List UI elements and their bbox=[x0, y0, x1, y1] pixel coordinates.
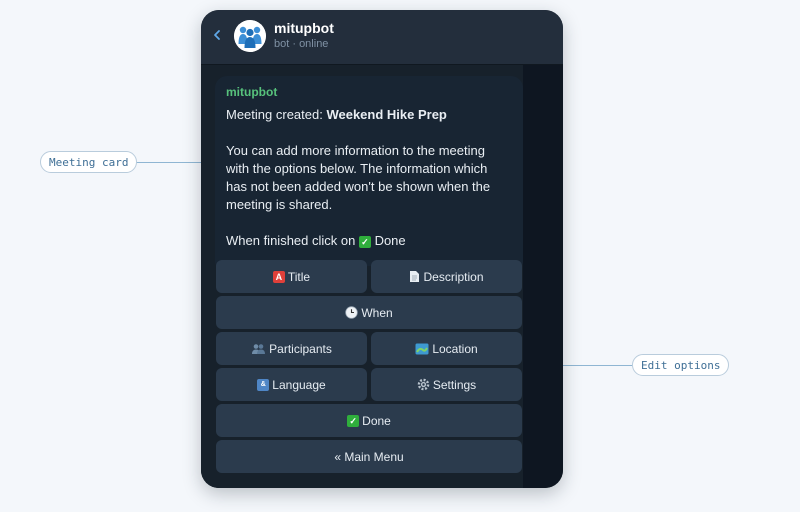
meeting-card-message: mitupbot Meeting created: Weekend Hike P… bbox=[215, 76, 523, 266]
symbols-icon: & bbox=[257, 378, 270, 391]
description-button[interactable]: Description bbox=[371, 260, 522, 293]
when-button-label: When bbox=[361, 305, 393, 320]
when-button[interactable]: When bbox=[216, 296, 522, 329]
check-mark-icon: ✓ bbox=[358, 236, 371, 248]
language-button-label: Language bbox=[272, 377, 326, 392]
bot-name: mitupbot bbox=[274, 20, 334, 36]
chat-header: mitupbot bot · online bbox=[201, 10, 563, 65]
meeting-created-prefix: Meeting created: bbox=[226, 107, 327, 122]
info-paragraph: You can add more information to the meet… bbox=[226, 142, 512, 214]
language-button[interactable]: & Language bbox=[216, 368, 367, 401]
check-mark-icon: ✓ bbox=[347, 414, 360, 427]
keyboard-row: ✓ Done bbox=[216, 404, 522, 437]
people-icon bbox=[252, 343, 266, 354]
location-button[interactable]: Location bbox=[371, 332, 522, 365]
bot-avatar[interactable] bbox=[234, 20, 266, 52]
keyboard-row: A Title Description bbox=[216, 260, 522, 293]
people-logo-icon bbox=[234, 20, 266, 52]
finish-suffix: Done bbox=[370, 233, 406, 248]
letter-a-icon: A bbox=[272, 270, 285, 283]
participants-button[interactable]: Participants bbox=[216, 332, 367, 365]
clock-icon bbox=[345, 306, 359, 319]
info-line: meeting is shared. bbox=[226, 197, 333, 212]
done-button-label: Done bbox=[362, 413, 391, 428]
keyboard-row: When bbox=[216, 296, 522, 329]
meeting-created-line: Meeting created: Weekend Hike Prep bbox=[226, 106, 512, 124]
inline-keyboard: A Title Description When Participants Lo… bbox=[216, 260, 522, 476]
finish-prefix: When finished click on bbox=[226, 233, 359, 248]
keyboard-row: Participants Location bbox=[216, 332, 522, 365]
keyboard-row: « Main Menu bbox=[216, 440, 522, 473]
participants-button-label: Participants bbox=[269, 341, 332, 356]
done-button[interactable]: ✓ Done bbox=[216, 404, 522, 437]
callout-line-edit-options bbox=[562, 365, 632, 366]
meeting-title: Weekend Hike Prep bbox=[326, 107, 447, 122]
main-menu-button-label: « Main Menu bbox=[334, 449, 404, 464]
bot-status: bot · online bbox=[274, 38, 329, 50]
description-button-label: Description bbox=[423, 269, 484, 284]
main-menu-button[interactable]: « Main Menu bbox=[216, 440, 522, 473]
keyboard-row: & Language Settings bbox=[216, 368, 522, 401]
location-button-label: Location bbox=[432, 341, 478, 356]
title-button[interactable]: A Title bbox=[216, 260, 367, 293]
chat-window: mitupbot bot · online mitupbot Meeting c… bbox=[201, 10, 563, 488]
chat-area: mitupbot Meeting created: Weekend Hike P… bbox=[201, 65, 563, 488]
info-line: with the options below. The information … bbox=[226, 161, 488, 176]
callout-edit-options: Edit options bbox=[632, 354, 730, 376]
gear-icon bbox=[417, 378, 430, 391]
info-line: You can add more information to the meet… bbox=[226, 143, 485, 158]
document-icon bbox=[410, 271, 420, 282]
map-icon bbox=[415, 343, 429, 354]
settings-button[interactable]: Settings bbox=[371, 368, 522, 401]
title-button-label: Title bbox=[287, 269, 311, 284]
finish-instruction: When finished click on ✓ Done bbox=[226, 232, 512, 250]
callout-meeting-card: Meeting card bbox=[40, 151, 138, 173]
back-arrow-icon[interactable] bbox=[210, 24, 224, 46]
message-sender: mitupbot bbox=[226, 85, 278, 99]
settings-button-label: Settings bbox=[432, 377, 477, 392]
callout-line-meeting-card bbox=[132, 162, 202, 163]
info-line: has not been added won't be shown when t… bbox=[226, 179, 491, 194]
